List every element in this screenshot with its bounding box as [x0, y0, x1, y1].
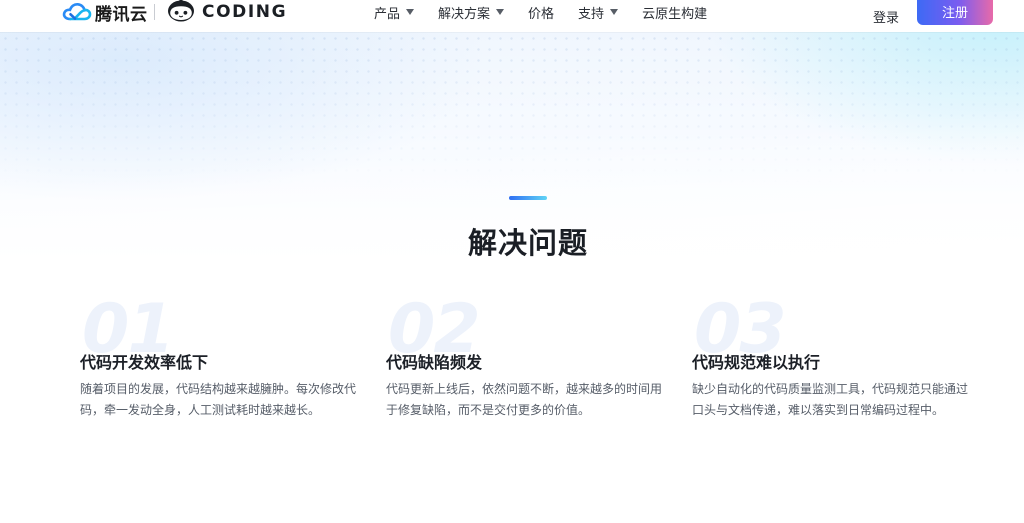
nav-item-label: 产品 — [374, 6, 401, 22]
nav-item-label: 支持 — [578, 6, 605, 22]
coding-wordmark: CODING — [202, 2, 288, 22]
problem-card: 01 代码开发效率低下 随着项目的发展，代码结构越来越臃肿。每次修改代码，牵一发… — [80, 296, 370, 426]
caret-down-icon — [406, 9, 415, 15]
nav-item-label: 解决方案 — [438, 6, 491, 22]
problem-card: 03 代码规范难以执行 缺少自动化的代码质量监测工具，代码规范只能通过口头与文档… — [692, 296, 982, 426]
tencent-cloud-icon — [62, 1, 92, 23]
nav-item-products[interactable]: 产品 — [374, 3, 415, 22]
nav-item-solutions[interactable]: 解决方案 — [438, 3, 505, 22]
problem-card: 02 代码缺陷频发 代码更新上线后，依然问题不断，越来越多的时间用于修复缺陷，而… — [386, 296, 676, 426]
main-nav: 产品 解决方案 价格 支持 云原生构建 — [374, 3, 731, 22]
login-link[interactable]: 登录 — [873, 7, 899, 26]
tencent-cloud-logo[interactable]: 腾讯云 — [62, 1, 148, 25]
nav-item-support[interactable]: 支持 — [578, 3, 619, 22]
coding-logo[interactable]: CODING — [166, 0, 287, 24]
tencent-cloud-wordmark: 腾讯云 — [95, 4, 148, 25]
card-description: 随着项目的发展，代码结构越来越臃肿。每次修改代码，牵一发动全身，人工测试耗时越来… — [80, 382, 357, 417]
card-title: 代码规范难以执行 — [692, 353, 821, 372]
card-title: 代码缺陷频发 — [386, 353, 483, 372]
top-navbar: 腾讯云 CODING 产品 解决方案 价格 支持 云原生构建 登录 注册 — [0, 0, 1024, 32]
card-description: 代码更新上线后，依然问题不断，越来越多的时间用于修复缺陷，而不是交付更多的价值。 — [386, 382, 663, 417]
card-title: 代码开发效率低下 — [80, 353, 209, 372]
caret-down-icon — [496, 9, 505, 15]
caret-down-icon — [610, 9, 619, 15]
coding-mascot-icon — [166, 0, 196, 26]
nav-item-label: 云原生构建 — [642, 6, 708, 22]
nav-item-cloud-native-build[interactable]: 云原生构建 — [642, 3, 708, 22]
section-accent-bar — [509, 196, 547, 200]
logo-divider — [154, 4, 155, 20]
register-button[interactable]: 注册 — [917, 0, 993, 25]
card-description: 缺少自动化的代码质量监测工具，代码规范只能通过口头与文档传递，难以落实到日常编码… — [692, 382, 969, 417]
nav-item-pricing[interactable]: 价格 — [528, 3, 555, 22]
nav-item-label: 价格 — [528, 6, 555, 22]
section-title: 解决问题 — [467, 226, 588, 260]
